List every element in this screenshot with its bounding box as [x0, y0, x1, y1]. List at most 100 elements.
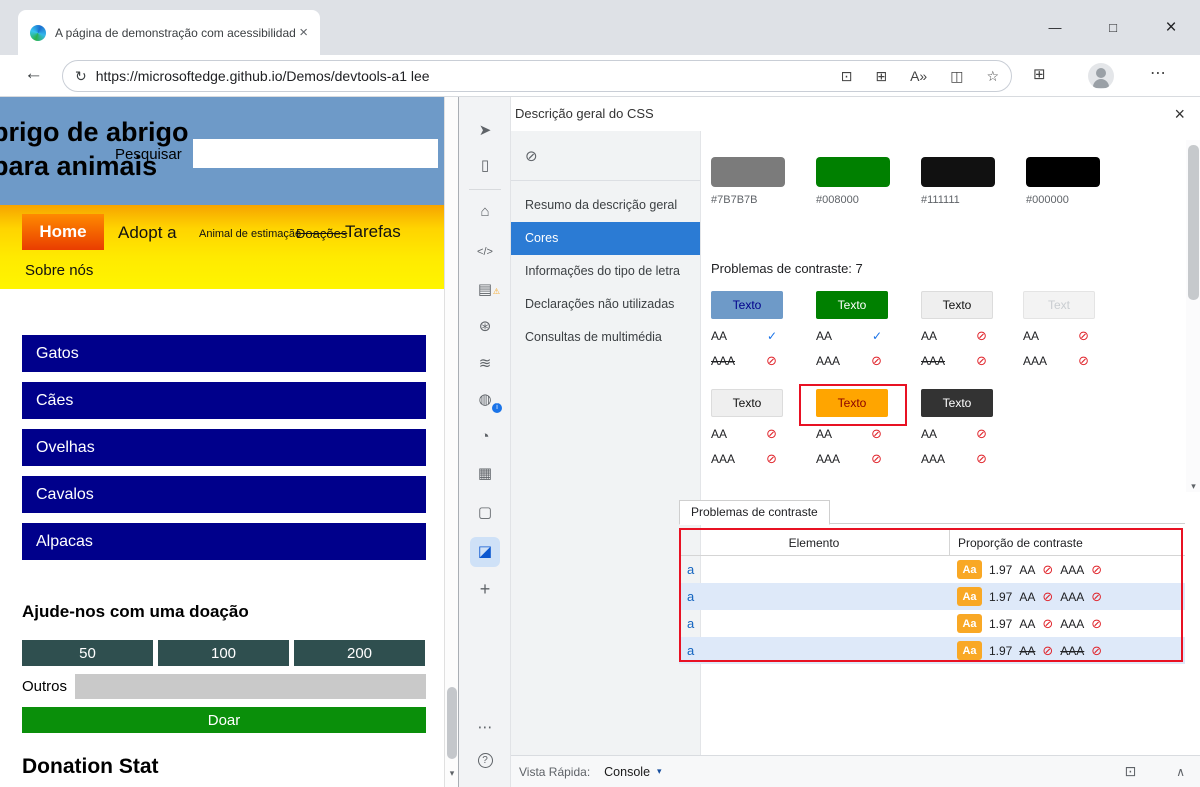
sidebar-item-colors[interactable]: Cores	[511, 222, 700, 255]
devtools-scrollbar[interactable]: ▾	[1186, 140, 1200, 492]
chevron-up-icon[interactable]: ∧	[1176, 765, 1185, 779]
application-icon[interactable]: ▢	[459, 501, 511, 525]
other-amount-input[interactable]	[75, 674, 426, 699]
contrast-sample-text[interactable]: Texto	[816, 291, 888, 319]
sidebar-item-media-queries[interactable]: Consultas de multimédia	[511, 321, 700, 354]
console-panel-icon[interactable]: ▤ ⚠	[459, 278, 511, 302]
swatch-hex-label: #008000	[816, 194, 890, 206]
contrast-sample: Texto AA⊘ AAA⊘	[921, 389, 993, 467]
maximize-button[interactable]: □	[1084, 0, 1142, 55]
tab-close-icon[interactable]: ×	[295, 24, 312, 41]
sources-icon[interactable]: </>	[459, 240, 511, 264]
amount-100-button[interactable]: 100	[158, 640, 289, 666]
category-button-cavalos[interactable]: Cavalos	[22, 476, 426, 513]
table-row[interactable]: a Aa 1.97 AA ⊘ AAA ⊘	[679, 610, 1185, 637]
hints-lightbulb-icon[interactable]: ◍ i	[459, 388, 511, 412]
back-button[interactable]: ←	[24, 63, 43, 85]
contrast-sample-text[interactable]: Texto	[711, 389, 783, 417]
amount-200-button[interactable]: 200	[294, 640, 425, 666]
nav-adopt-pet-link[interactable]: Animal de estimação	[199, 228, 301, 240]
page-scrollbar-thumb[interactable]	[447, 687, 457, 759]
debugger-icon[interactable]: ⊛	[459, 315, 511, 339]
category-button-caes[interactable]: Cães	[22, 382, 426, 419]
aa-label: AA	[921, 329, 937, 343]
table-row[interactable]: a Aa 1.97 AA ⊘ AAA ⊘	[679, 583, 1185, 610]
color-swatch-dark[interactable]	[921, 157, 995, 187]
column-header-element: Elemento	[679, 536, 949, 550]
browser-menu-icon[interactable]: ⋯	[1150, 63, 1166, 83]
immersive-reader-icon[interactable]: ◫	[950, 68, 963, 85]
network-icon[interactable]: ≋	[459, 352, 511, 376]
browser-tab[interactable]: A página de demonstração com acessibilid…	[18, 10, 320, 55]
search-input[interactable]	[193, 139, 438, 168]
device-icon[interactable]: ⊡	[841, 68, 853, 85]
sidebar-item-summary[interactable]: Resumo da descrição geral	[511, 189, 700, 222]
more-tools-icon[interactable]: ⋯	[459, 716, 511, 740]
contrast-sample-text[interactable]: Texto	[816, 389, 888, 417]
category-list: Gatos Cães Ovelhas Cavalos Alpacas	[22, 335, 426, 570]
aa-badge: Aa	[957, 641, 982, 660]
element-link[interactable]: a	[679, 562, 949, 577]
element-link[interactable]: a	[679, 643, 949, 658]
help-icon[interactable]: ?	[459, 747, 511, 771]
reload-icon[interactable]: ↻	[75, 68, 87, 85]
nav-jobs-link[interactable]: Tarefas	[345, 222, 401, 242]
nav-home-link[interactable]: Home	[22, 214, 104, 250]
element-link[interactable]: a	[679, 589, 949, 604]
memory-icon[interactable]: ▦	[459, 462, 511, 486]
nav-about-link[interactable]: Sobre nós	[25, 262, 93, 279]
color-swatch-gray[interactable]	[711, 157, 785, 187]
contrast-sample-highlighted: Texto AA⊘ AAA⊘	[816, 389, 888, 467]
category-button-gatos[interactable]: Gatos	[22, 335, 426, 372]
color-swatch-green[interactable]	[816, 157, 890, 187]
read-aloud-icon[interactable]: A»	[910, 68, 927, 84]
table-row[interactable]: a Aa 1.97 AA ⊘ AAA ⊘	[679, 556, 1185, 583]
favorites-icon[interactable]: ☆	[986, 68, 999, 85]
profile-avatar[interactable]	[1088, 63, 1114, 89]
check-icon: ✓	[767, 329, 777, 343]
close-window-button[interactable]: ×	[1142, 0, 1200, 55]
category-button-ovelhas[interactable]: Ovelhas	[22, 429, 426, 466]
aaa-label: AAA	[1060, 563, 1084, 577]
category-button-alpacas[interactable]: Alpacas	[22, 523, 426, 560]
scroll-down-icon[interactable]: ▾	[445, 768, 459, 779]
contrast-sample: Text AA⊘ AAA⊘	[1023, 291, 1095, 369]
dropdown-caret-icon[interactable]: ▾	[657, 766, 662, 777]
minimize-button[interactable]: —	[1026, 0, 1084, 55]
sidebar-items: Resumo da descrição geral Cores Informaç…	[511, 189, 700, 354]
collections-icon[interactable]: ⊞	[1033, 65, 1046, 83]
css-overview-icon[interactable]: ◪	[459, 537, 511, 567]
scroll-down-icon[interactable]: ▾	[1186, 481, 1200, 492]
sidebar-item-unused-declarations[interactable]: Declarações não utilizadas	[511, 288, 700, 321]
add-tools-icon[interactable]: +	[459, 577, 511, 601]
table-row[interactable]: a Aa 1.97 AA ⊘ AAA ⊘	[679, 637, 1185, 664]
color-swatch-black[interactable]	[1026, 157, 1100, 187]
welcome-home-icon[interactable]: ⌂	[459, 200, 511, 224]
nav-donate-link[interactable]: Doações	[296, 226, 347, 241]
lightbulb-glyph: ◍	[478, 391, 491, 408]
devtools-close-icon[interactable]: ×	[1174, 97, 1185, 131]
sidebar-item-fonts[interactable]: Informações do tipo de letra	[511, 255, 700, 288]
clear-overview-icon[interactable]: ⊘	[525, 147, 538, 165]
apps-grid-icon[interactable]: ⊞	[875, 68, 887, 85]
contrast-sample-text[interactable]: Texto	[921, 389, 993, 417]
console-dropdown[interactable]: Console	[604, 765, 650, 779]
contrast-sample-text[interactable]: Text	[1023, 291, 1095, 319]
contrast-issues-count: Problemas de contraste: 7	[711, 261, 863, 276]
performance-icon[interactable]: ◔	[459, 425, 511, 449]
address-bar[interactable]: ↻ https://microsoftedge.github.io/Demos/…	[62, 60, 1012, 92]
donate-button[interactable]: Doar	[22, 707, 426, 733]
contrast-sample-text[interactable]: Texto	[711, 291, 783, 319]
element-link[interactable]: a	[679, 616, 949, 631]
devtools-scrollbar-thumb[interactable]	[1188, 145, 1199, 300]
swatch-hex-label: #7B7B7B	[711, 194, 785, 206]
no-entry-icon: ⊘	[1078, 328, 1089, 344]
aa-label: AA	[1019, 644, 1035, 658]
inspect-icon[interactable]: ➤	[459, 119, 511, 143]
dock-icon[interactable]: ⊡	[1124, 763, 1136, 780]
contrast-sample-text[interactable]: Texto	[921, 291, 993, 319]
device-toolbar-icon[interactable]: ▯	[459, 154, 511, 178]
page-scrollbar[interactable]: ▾	[444, 97, 458, 787]
nav-adopt-link[interactable]: Adopt a	[118, 223, 177, 243]
amount-50-button[interactable]: 50	[22, 640, 153, 666]
